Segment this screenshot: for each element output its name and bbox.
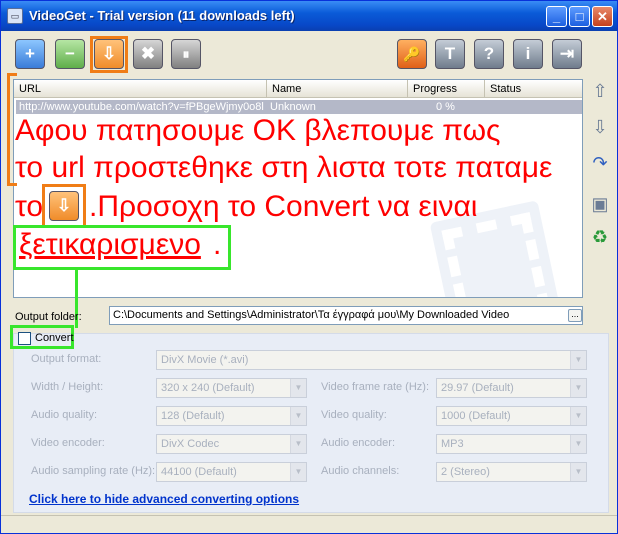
audio-quality-select[interactable]: 128 (Default) ▼ — [156, 406, 307, 426]
exit-button[interactable]: ⇥ — [552, 39, 582, 69]
chevron-down-icon: ▼ — [290, 379, 306, 397]
annotation-line-3: .Προσοχη το Convert να ειναι — [89, 190, 478, 223]
column-name[interactable]: Name — [267, 80, 408, 98]
chevron-down-icon: ▼ — [570, 463, 586, 481]
video-frame-rate-label: Video frame rate (Hz): — [321, 381, 430, 393]
table-row[interactable]: http://www.youtube.com/watch?v=fPBgeWjmy… — [16, 100, 582, 114]
audio-channels-label: Audio channels: — [321, 465, 400, 477]
chevron-down-icon: ▼ — [290, 463, 306, 481]
width-height-label: Width / Height: — [31, 381, 104, 393]
help-icon: ? — [483, 44, 495, 63]
videoget-window: ▭ VideoGet - Trial version (11 downloads… — [0, 0, 618, 534]
output-format-label: Output format: — [31, 353, 102, 365]
video-frame-rate-select[interactable]: 29.97 (Default) ▼ — [436, 378, 587, 398]
column-status[interactable]: Status — [485, 80, 582, 98]
output-format-select[interactable]: DivX Movie (*.avi) ▼ — [156, 350, 587, 370]
download-highlight — [90, 36, 128, 73]
output-folder-input[interactable]: C:\Documents and Settings\Administrator\… — [109, 306, 583, 325]
stop-icon: ✖ — [140, 44, 156, 63]
title-bar[interactable]: ▭ VideoGet - Trial version (11 downloads… — [1, 1, 617, 31]
browse-button[interactable]: ... — [568, 309, 582, 322]
download-icon: ⇩ — [56, 196, 72, 215]
video-encoder-label: Video encoder: — [31, 437, 105, 449]
settings-icon: T — [444, 44, 456, 63]
info-icon: i — [525, 44, 531, 63]
move-up-icon[interactable]: ⇧ — [590, 81, 610, 101]
save-list-icon[interactable]: ▣ — [590, 194, 610, 214]
options-button[interactable]: T — [435, 39, 465, 69]
annotation-line-4-suffix: . — [213, 228, 222, 261]
annotation-line-3-prefix: το — [15, 190, 44, 223]
stop-button[interactable]: ✖ — [133, 39, 163, 69]
audio-quality-label: Audio quality: — [31, 409, 98, 421]
chevron-down-icon: ▼ — [570, 407, 586, 425]
row-progress: 0 % — [436, 101, 455, 113]
recycle-icon[interactable]: ♻ — [590, 227, 610, 247]
output-folder-label: Output folder: — [15, 311, 82, 323]
hide-advanced-options-link[interactable]: Click here to hide advanced converting o… — [29, 492, 299, 506]
chevron-down-icon: ▼ — [570, 379, 586, 397]
exit-icon: ⇥ — [559, 44, 575, 63]
add-button[interactable]: + — [15, 39, 45, 69]
status-bar — [1, 515, 617, 533]
pause-icon: ⏸ — [182, 46, 190, 62]
video-quality-select[interactable]: 1000 (Default) ▼ — [436, 406, 587, 426]
annotation-line-1: Αφου πατησουμε ΟΚ βλεπουμε πως — [15, 114, 501, 147]
remove-icon: − — [65, 44, 75, 63]
chevron-down-icon: ▼ — [570, 435, 586, 453]
width-height-select[interactable]: 320 x 240 (Default) ▼ — [156, 378, 307, 398]
minimize-button[interactable]: _ — [546, 6, 567, 27]
column-progress[interactable]: Progress — [408, 80, 485, 98]
chevron-down-icon: ▼ — [290, 407, 306, 425]
info-button[interactable]: i — [513, 39, 543, 69]
audio-channels-select[interactable]: 2 (Stereo) ▼ — [436, 462, 587, 482]
column-url[interactable]: URL — [14, 80, 267, 98]
app-icon[interactable]: ▭ — [7, 8, 23, 24]
help-button[interactable]: ? — [474, 39, 504, 69]
register-button[interactable]: 🔑 — [397, 39, 427, 69]
window-title: VideoGet - Trial version (11 downloads l… — [29, 8, 295, 23]
inline-download-icon: ⇩ — [49, 191, 79, 221]
audio-sampling-rate-select[interactable]: 44100 (Default) ▼ — [156, 462, 307, 482]
pause-button[interactable]: ⏸ — [171, 39, 201, 69]
remove-button[interactable]: − — [55, 39, 85, 69]
audio-encoder-label: Audio encoder: — [321, 437, 395, 449]
key-icon: 🔑 — [403, 46, 421, 62]
audio-encoder-select[interactable]: MP3 ▼ — [436, 434, 587, 454]
annotation-line-2: το url προστεθηκε στη λιστα τοτε παταμε — [15, 151, 553, 184]
maximize-button[interactable]: □ — [569, 6, 590, 27]
close-button[interactable]: ✕ — [592, 6, 613, 27]
clear-icon[interactable]: ↷ — [590, 153, 610, 173]
chevron-down-icon: ▼ — [290, 435, 306, 453]
row-status — [488, 100, 578, 114]
convert-checkbox[interactable] — [18, 332, 31, 345]
list-header: URL Name Progress Status — [14, 80, 582, 98]
convert-label: Convert — [35, 332, 74, 344]
chevron-down-icon: ▼ — [570, 351, 586, 369]
video-quality-label: Video quality: — [321, 409, 387, 421]
row-name: Unknown — [270, 101, 316, 113]
move-down-icon[interactable]: ⇩ — [590, 117, 610, 137]
annotation-line-4: ξετικαρισμενο — [19, 228, 201, 261]
video-encoder-select[interactable]: DivX Codec ▼ — [156, 434, 307, 454]
add-icon: + — [25, 44, 35, 63]
row-url: http://www.youtube.com/watch?v=fPBgeWjmy… — [19, 101, 264, 113]
audio-sampling-rate-label: Audio sampling rate (Hz): — [31, 465, 156, 477]
